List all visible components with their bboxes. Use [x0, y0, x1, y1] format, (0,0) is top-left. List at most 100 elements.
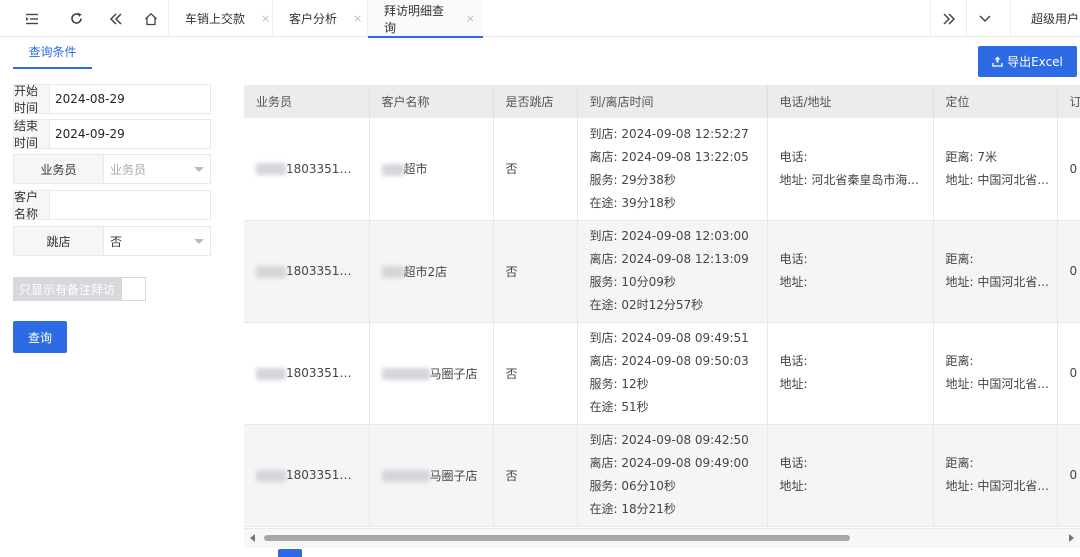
refresh-icon[interactable] — [58, 0, 94, 37]
location-cell: 距离: 地址: 中国河北省... — [933, 424, 1058, 527]
user-name: 超级用户 — [1031, 12, 1080, 26]
arrive-time: 到店: 2024-09-08 09:42:50 — [589, 433, 749, 447]
export-icon — [992, 56, 1003, 67]
phone-address-cell: 电话: 地址: 河北省秦皇岛市海... — [767, 118, 934, 221]
leave-time: 离店: 2024-09-08 09:49:00 — [589, 456, 749, 470]
user-menu[interactable]: 超级用户 — [1010, 0, 1080, 37]
phone-address-cell: 电话: 地址: — [767, 322, 934, 425]
tab-visit-detail[interactable]: 拜访明细查询 × — [367, 0, 483, 38]
end-time-label: 结束时间 — [13, 119, 50, 150]
customer-text: 超市 — [403, 162, 428, 177]
location-address-text: 地址: 中国河北省... — [945, 479, 1049, 493]
col-visit-time[interactable]: 到/离店时间 — [577, 85, 768, 118]
col-customer[interactable]: 客户名称 — [369, 85, 494, 118]
customer-input[interactable] — [50, 190, 211, 220]
chevron-down-icon[interactable] — [966, 0, 1002, 37]
close-icon[interactable]: × — [261, 12, 270, 25]
address-text: 地址: — [779, 479, 808, 493]
export-excel-button[interactable]: 导出Excel — [978, 46, 1077, 77]
start-time-label: 开始时间 — [13, 84, 50, 115]
salesman-placeholder: 业务员 — [110, 162, 147, 177]
arrive-time: 到店: 2024-09-08 12:03:00 — [589, 229, 749, 243]
transit-duration: 在途: 02时12分57秒 — [589, 298, 704, 312]
customer-cell: 马圈子店 — [369, 322, 494, 425]
jump-cell: 否 — [493, 220, 578, 323]
leave-time: 离店: 2024-09-08 09:50:03 — [589, 354, 749, 368]
leave-time: 离店: 2024-09-08 12:13:09 — [589, 252, 749, 266]
col-jump-store[interactable]: 是否跳店 — [493, 85, 578, 118]
location-address-text: 地址: 中国河北省... — [945, 377, 1049, 391]
start-time-row: 开始时间 — [13, 84, 211, 115]
query-conditions-tab[interactable]: 查询条件 — [13, 38, 92, 69]
scroll-right-icon[interactable] — [1069, 534, 1074, 542]
customer-cell: 超市 — [369, 118, 494, 221]
double-chevron-right-icon[interactable] — [930, 0, 966, 37]
visit-time-cell: 到店: 2024-09-08 12:03:00 离店: 2024-09-08 1… — [577, 220, 768, 323]
salesman-select[interactable]: 业务员 — [104, 154, 211, 184]
visit-time-cell: 到店: 2024-09-08 09:42:50 离店: 2024-09-08 0… — [577, 424, 768, 527]
service-duration: 服务: 12秒 — [589, 377, 649, 391]
salesman-cell: 18033515... — [244, 118, 370, 221]
table-row[interactable]: 18033515... 马圈子店 否 到店: 2024-09-08 09:42:… — [244, 424, 1080, 527]
leave-time: 离店: 2024-09-08 13:22:05 — [589, 149, 749, 164]
arrive-time: 到店: 2024-09-08 12:52:27 — [589, 126, 749, 141]
end-time-input[interactable] — [50, 119, 211, 149]
close-icon[interactable]: × — [353, 12, 362, 25]
phone-address-cell: 电话: 地址: — [767, 220, 934, 323]
salesman-label: 业务员 — [13, 154, 104, 184]
location-cell: 距离: 7米 地址: 中国河北省... — [933, 118, 1058, 221]
customer-cell: 超市2店 — [369, 220, 494, 323]
menu-fold-icon[interactable] — [14, 0, 50, 37]
salesman-text: 18033515... — [286, 161, 359, 176]
top-bar: 车销上交款 × 客户分析 × 拜访明细查询 × 超级用户 — [0, 0, 1080, 38]
jump-store-label: 跳店 — [13, 226, 104, 256]
toggle-knob[interactable] — [121, 277, 146, 301]
table-row[interactable]: 18033515... 超市2店 否 到店: 2024-09-08 12:03:… — [244, 220, 1080, 323]
tab-cash-deposit[interactable]: 车销上交款 × — [168, 0, 278, 37]
visit-table: 业务员 客户名称 是否跳店 到/离店时间 电话/地址 定位 订 18033515… — [244, 85, 1080, 527]
phone-text: 电话: — [779, 252, 808, 266]
location-address-text: 地址: 中国河北省... — [945, 172, 1049, 187]
phone-text: 电话: — [779, 354, 808, 368]
double-chevron-left-icon[interactable] — [98, 0, 134, 37]
table-row[interactable]: 18033515... 超市 否 到店: 2024-09-08 12:52:27… — [244, 118, 1080, 221]
salesman-text: 18033515... — [286, 468, 359, 482]
col-phone-address[interactable]: 电话/地址 — [767, 85, 934, 118]
jump-store-select[interactable]: 否 — [104, 226, 211, 256]
transit-duration: 在途: 18分21秒 — [589, 502, 676, 516]
table-row[interactable]: 18033515... 马圈子店 否 到店: 2024-09-08 09:49:… — [244, 322, 1080, 425]
transit-duration: 在途: 39分18秒 — [589, 195, 676, 210]
phone-text: 电话: — [779, 456, 808, 470]
caret-down-icon — [194, 166, 204, 172]
address-text: 地址: — [779, 377, 808, 391]
customer-row: 客户名称 — [13, 190, 211, 221]
home-icon[interactable] — [133, 0, 169, 37]
jump-cell: 否 — [493, 424, 578, 527]
order-cell: 0 — [1057, 118, 1080, 221]
scroll-left-icon[interactable] — [250, 534, 255, 542]
pagination-current-page[interactable] — [278, 549, 302, 557]
col-salesman[interactable]: 业务员 — [244, 85, 370, 118]
distance-text: 距离: — [945, 354, 974, 368]
phone-text: 电话: — [779, 149, 808, 164]
order-cell: 0 — [1057, 220, 1080, 323]
close-icon[interactable]: × — [466, 12, 475, 25]
remark-only-toggle[interactable]: 只显示有备注拜访 — [13, 277, 146, 301]
col-location[interactable]: 定位 — [933, 85, 1058, 118]
start-time-input[interactable] — [50, 84, 211, 114]
visit-time-cell: 到店: 2024-09-08 09:49:51 离店: 2024-09-08 0… — [577, 322, 768, 425]
horizontal-scrollbar[interactable] — [244, 528, 1080, 548]
phone-address-cell: 电话: 地址: — [767, 424, 934, 527]
tab-label: 拜访明细查询 — [384, 3, 445, 35]
address-text: 地址: 河北省秦皇岛市海... — [779, 172, 919, 187]
salesman-cell: 18033515... — [244, 322, 370, 425]
search-button[interactable]: 查询 — [13, 321, 67, 353]
tab-customer-analysis[interactable]: 客户分析 × — [272, 0, 370, 37]
distance-text: 距离: — [945, 252, 974, 266]
distance-text: 距离: 7米 — [945, 149, 998, 164]
arrive-time: 到店: 2024-09-08 09:49:51 — [589, 331, 749, 345]
scrollbar-thumb[interactable] — [264, 535, 850, 541]
visit-time-cell: 到店: 2024-09-08 12:52:27 离店: 2024-09-08 1… — [577, 118, 768, 221]
tab-label: 车销上交款 — [185, 12, 246, 26]
col-order[interactable]: 订 — [1057, 85, 1080, 118]
